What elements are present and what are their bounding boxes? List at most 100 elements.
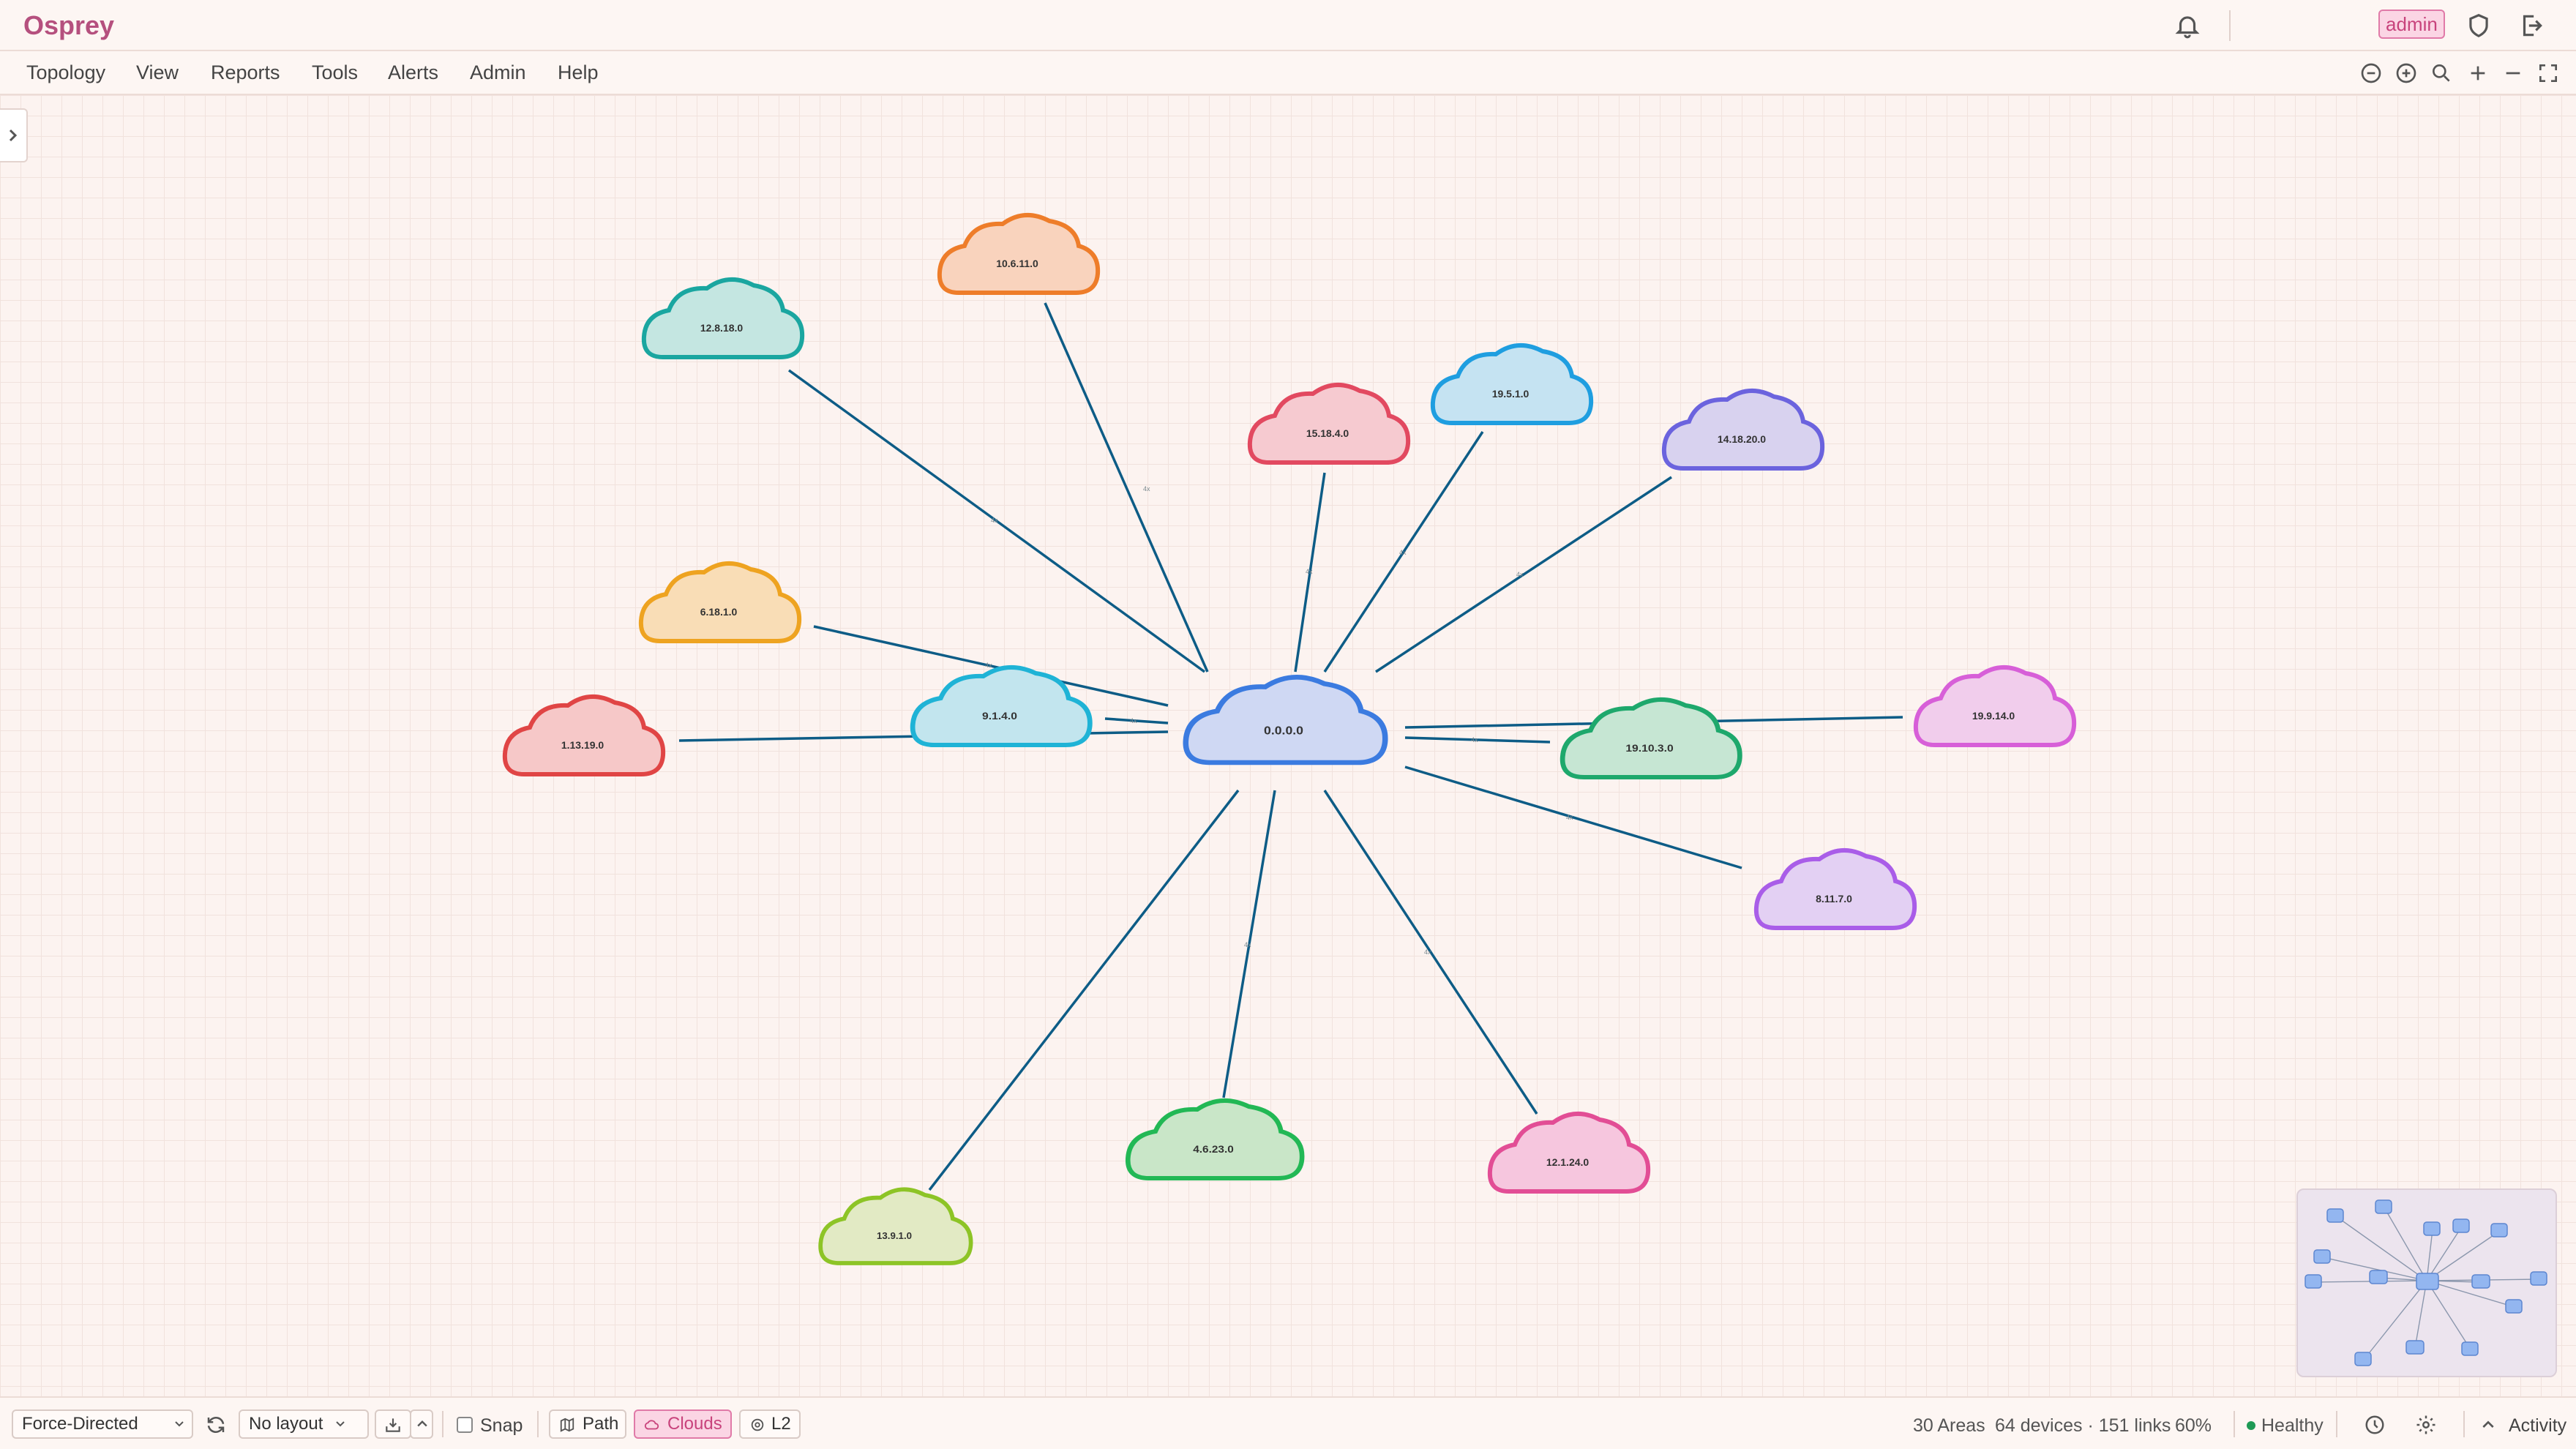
refresh-icon[interactable] <box>205 1414 227 1436</box>
plus-icon[interactable] <box>2466 61 2490 85</box>
chevron-right-icon <box>9 129 18 142</box>
divider <box>2234 1411 2235 1437</box>
logout-icon[interactable] <box>2517 12 2545 40</box>
area-label: 1.13.19.0 <box>561 739 604 751</box>
cloud-area[interactable]: 1.13.19.0 <box>505 697 663 774</box>
l2-label: L2 <box>771 1414 791 1434</box>
fit-screen-icon[interactable] <box>2536 61 2560 85</box>
cloud-icon <box>644 1420 659 1430</box>
svg-text:4x: 4x <box>991 517 998 524</box>
menu-alerts[interactable]: Alerts <box>388 61 438 84</box>
cloud-area[interactable]: 19.9.14.0 <box>1916 667 2074 745</box>
health-status: Healthy <box>2261 1415 2324 1436</box>
cloud-area[interactable]: 12.1.24.0 <box>1490 1114 1648 1191</box>
cloud-area[interactable]: 9.1.4.0 <box>913 667 1090 745</box>
svg-text:4x: 4x <box>1130 717 1137 724</box>
area-label: 10.6.11.0 <box>996 258 1038 269</box>
cloud-area[interactable]: 13.9.1.0 <box>820 1189 970 1263</box>
area-label: 12.1.24.0 <box>1546 1156 1590 1168</box>
topology-canvas[interactable]: 4x4x4x 4x4x4x 4x4x4x 4x4x4x 4x 10.6.11.0… <box>0 95 2576 1396</box>
layout-algorithm-value: Force-Directed <box>22 1414 138 1434</box>
menu-topology[interactable]: Topology <box>26 61 105 84</box>
svg-text:4x: 4x <box>985 662 992 669</box>
divider <box>442 1411 443 1437</box>
menu-admin[interactable]: Admin <box>470 61 526 84</box>
area-label: 6.18.1.0 <box>700 606 738 618</box>
chevron-down-icon <box>175 1421 184 1427</box>
minimap[interactable] <box>2296 1188 2557 1377</box>
cloud-center[interactable]: 0.0.0.0 <box>1186 677 1385 763</box>
settings-icon[interactable] <box>2415 1414 2437 1436</box>
link[interactable] <box>1375 476 1672 673</box>
app-title: Osprey <box>23 10 115 40</box>
snap-checkbox[interactable] <box>457 1417 473 1433</box>
topology-graph[interactable]: 4x4x4x 4x4x4x 4x4x4x 4x4x4x 4x 10.6.11.0… <box>0 95 2576 1396</box>
sidebar-toggle[interactable] <box>0 108 28 162</box>
path-toggle-button[interactable]: Path <box>549 1409 626 1439</box>
minimap-graph <box>2304 1199 2547 1366</box>
svg-text:4x: 4x <box>1516 571 1524 578</box>
menu-bar: Topology View Reports Tools Alerts Admin… <box>0 51 2576 95</box>
layout-menu-button[interactable] <box>410 1409 433 1439</box>
l2-toggle-button[interactable]: L2 <box>739 1409 801 1439</box>
divider <box>2229 10 2231 41</box>
zoom-level: 60% <box>2175 1415 2212 1436</box>
svg-text:4x: 4x <box>1471 736 1478 744</box>
area-label: 19.10.3.0 <box>1625 744 1673 755</box>
zoom-in-icon[interactable] <box>2395 61 2418 85</box>
bottom-bar: Force-Directed No layout Snap Path Cloud… <box>0 1396 2576 1449</box>
layout-algorithm-select[interactable]: Force-Directed <box>12 1409 193 1439</box>
search-icon[interactable] <box>2430 61 2453 85</box>
link[interactable] <box>1404 765 1742 869</box>
health-dot <box>2247 1421 2255 1430</box>
chevron-up-icon[interactable] <box>2481 1418 2496 1430</box>
area-label: 13.9.1.0 <box>877 1230 912 1241</box>
top-bar: Osprey admin <box>0 0 2576 51</box>
minus-icon[interactable] <box>2501 61 2525 85</box>
area-label: 19.5.1.0 <box>1492 388 1530 400</box>
cloud-area[interactable]: 6.18.1.0 <box>641 564 799 641</box>
path-label: Path <box>583 1414 619 1434</box>
area-label: 19.9.14.0 <box>1972 710 2015 722</box>
area-label: 0.0.0.0 <box>1264 724 1303 738</box>
zoom-out-icon[interactable] <box>2359 61 2383 85</box>
chevron-down-icon <box>336 1421 345 1427</box>
cloud-area[interactable]: 14.18.20.0 <box>1664 391 1822 468</box>
svg-text:4x: 4x <box>1244 941 1251 948</box>
cloud-area[interactable]: 12.8.18.0 <box>644 280 802 357</box>
chevron-up-icon <box>417 1420 427 1427</box>
cloud-area[interactable]: 8.11.7.0 <box>1756 850 1914 928</box>
activity-toggle[interactable]: Activity <box>2509 1415 2566 1437</box>
svg-text:4x: 4x <box>1399 549 1407 556</box>
menu-reports[interactable]: Reports <box>211 61 280 84</box>
clouds-toggle-button[interactable]: Clouds <box>634 1409 732 1439</box>
clouds-label: Clouds <box>667 1414 722 1434</box>
cloud-area[interactable]: 19.10.3.0 <box>1562 700 1740 777</box>
divider <box>2463 1411 2465 1437</box>
cloud-area[interactable]: 4.6.23.0 <box>1128 1101 1302 1178</box>
area-label: 4.6.23.0 <box>1193 1145 1234 1156</box>
layout-preset-value: No layout <box>249 1414 323 1434</box>
cloud-area[interactable]: 19.5.1.0 <box>1433 345 1591 423</box>
bell-icon[interactable] <box>2174 12 2201 40</box>
area-label: 8.11.7.0 <box>1816 893 1852 905</box>
svg-text:4x: 4x <box>1143 485 1150 493</box>
user-badge[interactable]: admin <box>2378 10 2445 39</box>
divider <box>537 1411 539 1437</box>
svg-text:4x: 4x <box>1424 948 1431 956</box>
divider <box>2336 1411 2337 1437</box>
svg-text:4x: 4x <box>1306 568 1313 575</box>
devices-links-count: 64 devices · 151 links <box>1995 1415 2171 1436</box>
cloud-area[interactable]: 15.18.4.0 <box>1250 385 1408 463</box>
menu-help[interactable]: Help <box>558 61 599 84</box>
cloud-area[interactable]: 10.6.11.0 <box>940 215 1098 293</box>
area-label: 14.18.20.0 <box>1718 433 1766 445</box>
clock-icon[interactable] <box>2364 1414 2386 1436</box>
menu-tools[interactable]: Tools <box>312 61 358 84</box>
shield-icon[interactable] <box>2465 12 2493 40</box>
save-layout-button[interactable] <box>375 1409 411 1439</box>
menu-view[interactable]: View <box>136 61 179 84</box>
area-label: 12.8.18.0 <box>700 322 744 334</box>
svg-text:4x: 4x <box>1566 814 1573 821</box>
layout-preset-select[interactable]: No layout <box>239 1409 369 1439</box>
